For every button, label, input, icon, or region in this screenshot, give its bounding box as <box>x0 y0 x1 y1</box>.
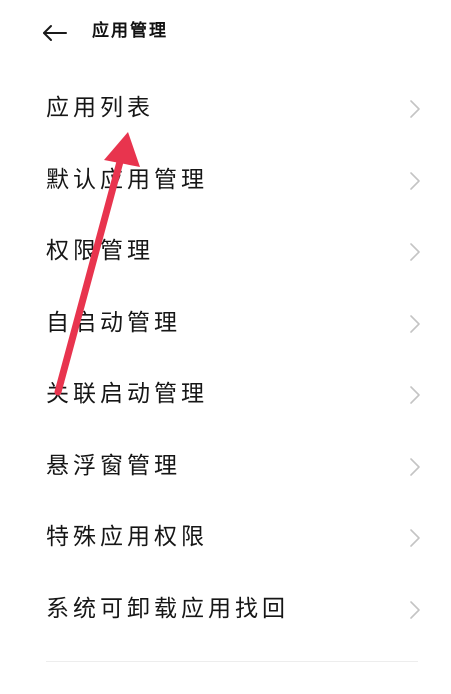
menu-item-recover-uninstallable-system-apps[interactable]: 系统可卸载应用找回 <box>0 573 451 645</box>
chevron-right-icon <box>409 242 421 262</box>
app-management-menu: 应用列表 默认应用管理 权限管理 自启动管理 关联启动管理 悬浮窗管理 特殊应用… <box>0 72 451 644</box>
menu-item-permission-management[interactable]: 权限管理 <box>0 215 451 287</box>
page-title: 应用管理 <box>92 21 168 41</box>
menu-item-label: 默认应用管理 <box>46 166 208 193</box>
menu-item-default-app-management[interactable]: 默认应用管理 <box>0 144 451 216</box>
chevron-right-icon <box>409 171 421 191</box>
chevron-right-icon <box>409 314 421 334</box>
menu-item-label: 悬浮窗管理 <box>46 452 181 479</box>
menu-item-label: 关联启动管理 <box>46 381 208 407</box>
menu-item-app-list[interactable]: 应用列表 <box>0 72 451 144</box>
menu-item-floating-window-management[interactable]: 悬浮窗管理 <box>0 430 451 502</box>
chevron-right-icon <box>409 457 421 477</box>
chevron-right-icon <box>409 99 421 119</box>
app-header: 应用管理 <box>0 0 451 64</box>
menu-item-label: 自启动管理 <box>46 309 181 336</box>
arrow-left-icon <box>43 25 67 41</box>
divider <box>46 661 418 662</box>
chevron-right-icon <box>409 600 421 620</box>
chevron-right-icon <box>409 385 421 405</box>
menu-item-label: 权限管理 <box>46 238 154 264</box>
menu-item-label: 特殊应用权限 <box>46 524 208 550</box>
menu-item-special-app-permissions[interactable]: 特殊应用权限 <box>0 501 451 573</box>
menu-item-associated-start-management[interactable]: 关联启动管理 <box>0 358 451 430</box>
menu-item-autostart-management[interactable]: 自启动管理 <box>0 287 451 359</box>
chevron-right-icon <box>409 528 421 548</box>
menu-item-label: 应用列表 <box>46 95 154 121</box>
back-button[interactable] <box>36 18 72 48</box>
menu-item-label: 系统可卸载应用找回 <box>46 595 289 622</box>
